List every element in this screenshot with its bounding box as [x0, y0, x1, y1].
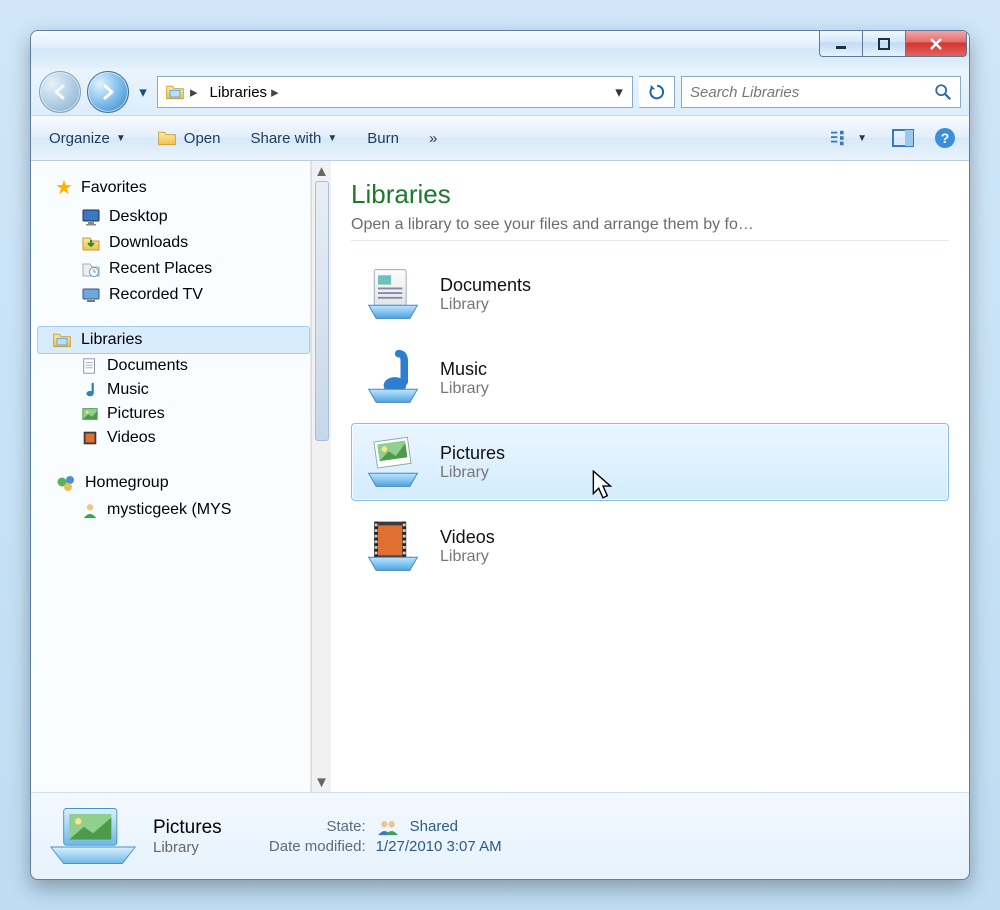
organize-button[interactable]: Organize▼: [41, 126, 134, 151]
tv-icon: [81, 285, 101, 305]
nav-favorites[interactable]: ★ Favorites: [37, 171, 310, 204]
change-view-button[interactable]: ▼: [821, 125, 875, 151]
picture-icon: [81, 405, 99, 423]
videos-library-icon: [362, 516, 424, 576]
music-icon: [81, 381, 99, 399]
star-icon: ★: [55, 175, 73, 200]
divider: [351, 240, 949, 241]
state-value: Shared: [410, 818, 458, 835]
nav-item-videos[interactable]: Videos: [37, 426, 310, 450]
preview-pane-icon: [891, 128, 915, 148]
forward-button[interactable]: [87, 71, 129, 113]
monitor-icon: [81, 207, 101, 227]
downloads-icon: [81, 233, 101, 253]
address-bar[interactable]: ▸ Libraries ▸ ▾: [157, 76, 633, 108]
pictures-library-icon: [362, 432, 424, 492]
documents-library-icon: [362, 264, 424, 324]
scroll-up-icon[interactable]: ▲: [314, 163, 330, 179]
nav-item-documents[interactable]: Documents: [37, 354, 310, 378]
page-title: Libraries: [351, 179, 949, 210]
view-icon: [829, 129, 851, 147]
breadcrumb-label: Libraries: [210, 84, 268, 101]
open-button[interactable]: Open: [148, 124, 229, 152]
navigation-row: ▾ ▸ Libraries ▸ ▾ Search Libraries: [31, 69, 969, 115]
homegroup-icon: [55, 472, 77, 494]
nav-homegroup[interactable]: Homegroup: [37, 468, 310, 498]
refresh-button[interactable]: [639, 76, 675, 108]
address-dropdown[interactable]: ▾: [606, 83, 632, 101]
library-item-videos[interactable]: Videos Library: [351, 507, 949, 585]
nav-item-pictures[interactable]: Pictures: [37, 402, 310, 426]
state-label: State:: [246, 818, 366, 835]
nav-item-recent-places[interactable]: Recent Places: [37, 256, 310, 282]
overflow-button[interactable]: »: [421, 126, 445, 151]
libraries-icon: [164, 82, 186, 102]
recent-icon: [81, 259, 101, 279]
nav-item-recorded-tv[interactable]: Recorded TV: [37, 282, 310, 308]
folder-icon: [156, 128, 178, 148]
breadcrumb-libraries[interactable]: Libraries ▸: [204, 77, 285, 107]
music-library-icon: [362, 348, 424, 408]
burn-button[interactable]: Burn: [359, 126, 407, 151]
nav-item-desktop[interactable]: Desktop: [37, 204, 310, 230]
back-button[interactable]: [39, 71, 81, 113]
navigation-pane: ★ Favorites Desktop Downloads Recent Pla…: [31, 161, 311, 792]
explorer-window: ▾ ▸ Libraries ▸ ▾ Search Libraries: [30, 30, 970, 880]
users-icon: [376, 818, 400, 836]
nav-item-music[interactable]: Music: [37, 378, 310, 402]
search-input[interactable]: Search Libraries: [681, 76, 961, 108]
search-placeholder: Search Libraries: [690, 84, 799, 101]
library-item-music[interactable]: Music Library: [351, 339, 949, 417]
libraries-icon: [51, 330, 73, 350]
recent-locations-dropdown[interactable]: ▾: [135, 83, 151, 101]
titlebar: [31, 31, 969, 69]
minimize-button[interactable]: [819, 31, 863, 57]
help-button[interactable]: [931, 124, 959, 152]
share-with-button[interactable]: Share with▼: [242, 126, 345, 151]
maximize-button[interactable]: [862, 31, 906, 57]
details-pane: Pictures Library State: Shared Date modi…: [31, 793, 969, 879]
modified-value: 1/27/2010 3:07 AM: [376, 838, 502, 855]
breadcrumb-root[interactable]: ▸: [158, 77, 204, 107]
library-item-documents[interactable]: Documents Library: [351, 255, 949, 333]
navpane-scrollbar[interactable]: ▲ ▼: [311, 161, 331, 792]
close-button[interactable]: [905, 31, 967, 57]
preview-pane-button[interactable]: [889, 124, 917, 152]
library-item-pictures[interactable]: Pictures Library: [351, 423, 949, 501]
page-subtitle: Open a library to see your files and arr…: [351, 216, 949, 234]
scroll-thumb[interactable]: [315, 181, 329, 441]
content-pane: Libraries Open a library to see your fil…: [331, 161, 969, 792]
command-bar: Organize▼ Open Share with▼ Burn » ▼: [31, 115, 969, 161]
details-type: Library: [153, 839, 222, 856]
document-icon: [81, 357, 99, 375]
nav-item-downloads[interactable]: Downloads: [37, 230, 310, 256]
search-icon: [934, 83, 952, 101]
cursor-icon: [592, 470, 614, 500]
user-icon: [81, 501, 99, 519]
scroll-down-icon[interactable]: ▼: [314, 774, 330, 790]
modified-label: Date modified:: [246, 838, 366, 855]
help-icon: [934, 127, 956, 149]
details-thumbnail: [47, 803, 139, 869]
nav-item-mysticgeek[interactable]: mysticgeek (MYS: [37, 498, 310, 522]
nav-libraries[interactable]: Libraries: [37, 326, 310, 354]
details-name: Pictures: [153, 817, 222, 839]
video-icon: [81, 429, 99, 447]
